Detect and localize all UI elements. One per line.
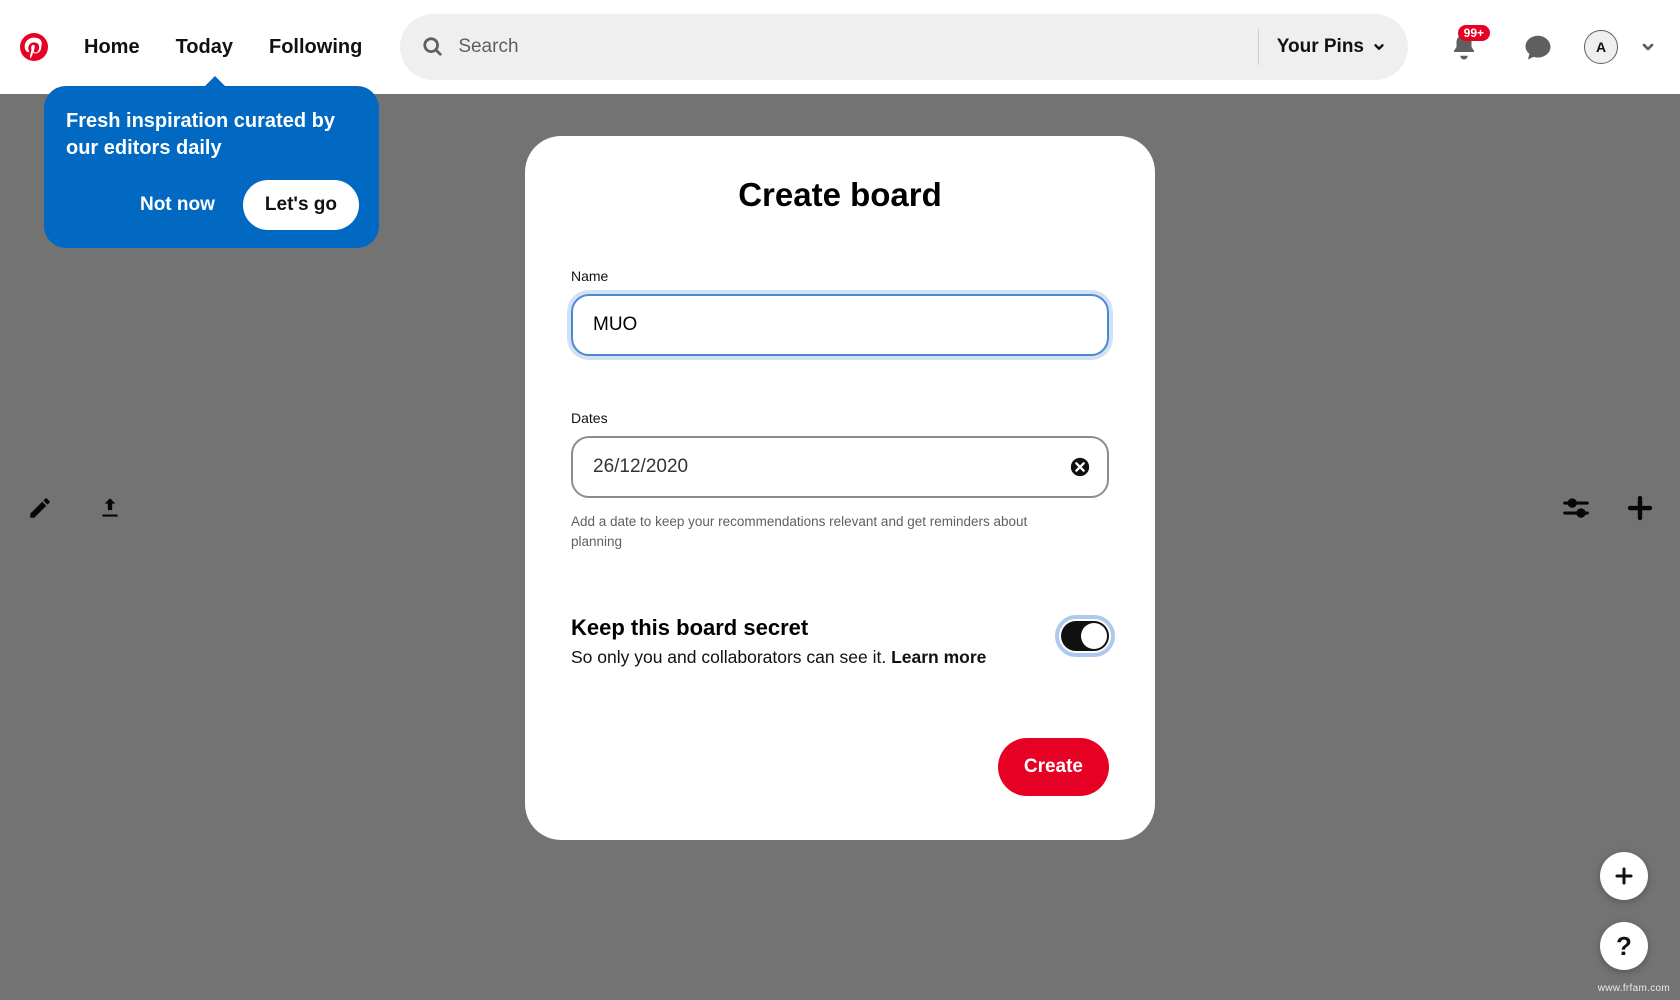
create-board-modal: Create board Name Dates Add a date to ke… bbox=[525, 136, 1155, 840]
fab-add[interactable] bbox=[1600, 852, 1648, 900]
tooltip-go-button[interactable]: Let's go bbox=[243, 180, 359, 230]
tooltip-dismiss-button[interactable]: Not now bbox=[140, 194, 215, 216]
question-mark-icon: ? bbox=[1616, 931, 1632, 962]
secret-desc-prefix: So only you and collaborators can see it… bbox=[571, 647, 891, 667]
messages-button[interactable] bbox=[1510, 19, 1566, 75]
speech-bubble-icon bbox=[1523, 32, 1553, 62]
secret-text-block: Keep this board secret So only you and c… bbox=[571, 615, 986, 668]
tooltip-text: Fresh inspiration curated by our editors… bbox=[66, 108, 359, 162]
account-menu-caret[interactable] bbox=[1636, 35, 1660, 59]
notifications-button[interactable]: 99+ bbox=[1436, 19, 1492, 75]
chevron-down-icon bbox=[1372, 40, 1386, 54]
board-date-input[interactable] bbox=[571, 436, 1109, 498]
pinterest-logo-icon[interactable] bbox=[20, 33, 48, 61]
notification-badge: 99+ bbox=[1458, 25, 1490, 41]
fab-help[interactable]: ? bbox=[1600, 922, 1648, 970]
top-header: Home Today Following Your Pins 99+ A bbox=[0, 0, 1680, 94]
avatar-initial: A bbox=[1596, 39, 1606, 55]
learn-more-link[interactable]: Learn more bbox=[891, 647, 986, 667]
search-bar[interactable]: Your Pins bbox=[400, 14, 1408, 80]
name-label: Name bbox=[571, 268, 1109, 284]
clear-date-button[interactable] bbox=[1069, 456, 1091, 478]
plus-icon bbox=[1612, 864, 1636, 888]
close-circle-icon bbox=[1069, 456, 1091, 478]
search-icon bbox=[422, 36, 444, 58]
your-pins-filter[interactable]: Your Pins bbox=[1277, 36, 1386, 58]
secret-toggle[interactable] bbox=[1061, 621, 1109, 651]
search-input[interactable] bbox=[458, 36, 1239, 58]
watermark: www.frfam.com bbox=[1598, 983, 1670, 994]
dates-helper-text: Add a date to keep your recommendations … bbox=[571, 512, 1071, 553]
nav-home[interactable]: Home bbox=[66, 22, 158, 73]
modal-title: Create board bbox=[571, 176, 1109, 214]
nav-following[interactable]: Following bbox=[251, 22, 380, 73]
secret-title: Keep this board secret bbox=[571, 615, 986, 641]
create-button[interactable]: Create bbox=[998, 738, 1109, 796]
today-tooltip: Fresh inspiration curated by our editors… bbox=[44, 86, 379, 248]
tooltip-actions: Not now Let's go bbox=[66, 180, 359, 230]
secret-description: So only you and collaborators can see it… bbox=[571, 647, 986, 668]
floating-buttons: ? bbox=[1600, 852, 1648, 970]
search-divider bbox=[1258, 29, 1259, 65]
avatar[interactable]: A bbox=[1584, 30, 1618, 64]
nav-today[interactable]: Today bbox=[158, 22, 251, 73]
toggle-knob bbox=[1081, 623, 1107, 649]
board-name-input[interactable] bbox=[571, 294, 1109, 356]
your-pins-label: Your Pins bbox=[1277, 36, 1364, 58]
primary-nav: Home Today Following bbox=[66, 22, 380, 73]
chevron-down-icon bbox=[1640, 39, 1656, 55]
dates-label: Dates bbox=[571, 410, 1109, 426]
header-right-icons: 99+ A bbox=[1436, 19, 1660, 75]
